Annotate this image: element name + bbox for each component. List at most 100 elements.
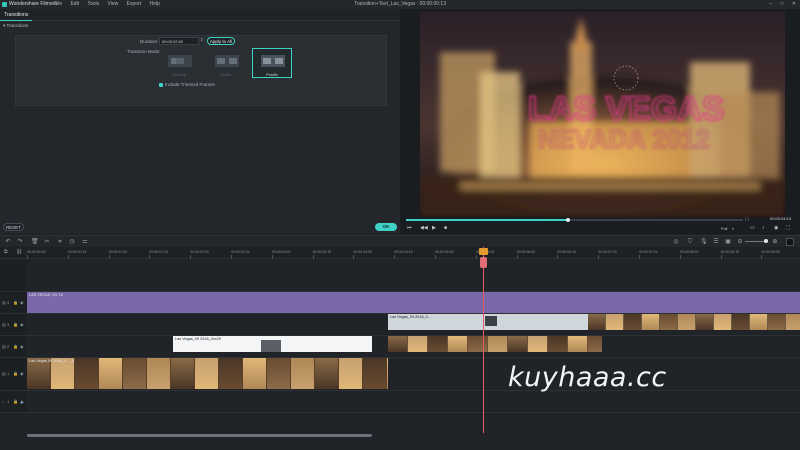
playhead-line [483,247,484,433]
timeline-scrollbar[interactable] [27,434,372,437]
audio-track-header: ♪ 1 🔒 🔈 [0,391,27,413]
prev-frame-icon[interactable]: ⏮ [407,225,412,231]
title-clip-label: LAS VEGAS, NV 12 [29,293,63,297]
filmstrip-frame [195,358,218,389]
maximize-button[interactable]: □ [780,1,783,7]
playhead-handle[interactable] [479,248,488,255]
undo-icon[interactable]: ↶ [5,239,11,245]
close-button[interactable]: ✕ [792,1,796,7]
zoom-out-icon[interactable]: ⊖ [737,239,743,245]
audio-track-row [27,391,800,413]
minimize-button[interactable]: – [769,1,772,7]
filmstrip-frame [568,336,587,352]
video-clip-1[interactable]: Las Vegas 09 2018_0 ..._0 [27,358,388,389]
lock-icon[interactable]: 🔒 [13,399,18,404]
track-header-1: ▤ 1 🔒 ◉ [0,358,27,391]
track-type-icon: ▤ [2,371,6,376]
overlay-text-line2: NEVADA 2012 [538,124,710,154]
track-row-1: Las Vegas 09 2018_0 ..._0 [27,358,800,391]
include-trimmed-checkbox[interactable] [159,83,163,87]
voiceover-icon[interactable]: 🎙 [700,239,708,245]
window-title: Transition+Text_Las_Vegas : 00:00:00:13 [354,1,446,7]
filmstrip-frame [428,336,447,352]
video-clip-2b[interactable] [388,336,602,352]
link-icon[interactable]: ⛓ [16,249,22,255]
mark-in-icon[interactable]: { } [745,216,749,221]
play-icon[interactable]: ▶ [432,225,436,231]
filmstrip-frame [642,314,659,330]
ruler-tick-label: 00:00:00:00 [27,250,46,254]
volume-icon[interactable]: ♪ [762,225,765,231]
render-preview-icon[interactable]: ▭ [750,225,755,231]
transition-marker[interactable] [485,316,497,326]
zoom-slider-handle[interactable] [764,239,768,243]
ruler-tick-label: 00:00:07:15 [639,250,658,254]
speed-icon[interactable]: ◷ [69,239,75,245]
lock-icon[interactable]: 🔒 [13,344,18,349]
preview-progress-fill [406,219,568,221]
mixer-icon[interactable]: ☰ [713,239,719,245]
overlay-text-line1: LAS VEGAS [528,90,724,128]
tab-transitions[interactable]: Transitions [0,9,33,21]
zoom-in-icon[interactable]: ⊕ [772,239,778,245]
filmstrip-frame [267,358,290,389]
eye-icon[interactable]: ◉ [20,371,24,376]
title-clip[interactable]: LAS VEGAS, NV 12 [27,292,800,313]
preview-panel: LAS VEGAS NEVADA 2012 { } 00:00:04:13 ⏮ … [401,9,800,234]
reset-button[interactable]: RESET [3,223,24,231]
apply-to-all-button[interactable]: Apply to All [207,37,235,45]
ok-button[interactable]: OK [375,223,397,231]
track-type-icon: ▤ [2,322,6,327]
mode-prefix[interactable]: Prefix [206,48,246,78]
duration-stepper-icon[interactable]: ⇕ [200,37,203,42]
mode-overlap[interactable]: Overlap [159,48,199,78]
cut-icon[interactable]: ✂ [44,239,50,245]
preview-progress-handle[interactable] [565,218,570,222]
las-vegas-preview-image: LAS VEGAS NEVADA 2012 [420,12,785,217]
eye-icon[interactable]: ◉ [20,300,24,305]
crop-icon[interactable]: ⌗ [57,239,63,245]
lock-icon[interactable]: 🔒 [13,300,18,305]
render-icon[interactable]: ◎ [673,239,679,245]
adjust-icon[interactable]: ⚌ [82,239,88,245]
filmstrip-frame [408,336,427,352]
lock-icon[interactable]: 🔒 [13,322,18,327]
playhead-marker-icon[interactable] [480,257,487,268]
fit-timeline-button[interactable] [786,238,794,246]
duration-input[interactable]: 00:00:02:00 [159,37,199,45]
split-screen-icon[interactable]: ▣ [725,239,731,245]
video-clip-3b[interactable] [588,314,800,330]
video-preview[interactable]: LAS VEGAS NEVADA 2012 [420,12,785,217]
preview-progress-track[interactable] [406,218,743,222]
filmstrip-frame [624,314,641,330]
delete-icon[interactable]: 🗑 [31,239,39,245]
fullscreen-icon[interactable]: ⛶ [786,225,790,231]
filmstrip-frame [588,314,605,330]
timeline-ruler[interactable]: ⧉ ⛓ 00:00:00:00 00:00:00:15 00:00:01:00 00:… [0,247,800,259]
ruler-tick-label: 00:00:09:00 [761,250,780,254]
quality-select[interactable]: Full [721,226,727,231]
filmstrip-frame [528,336,547,352]
timeline-tracks: ▤ 4 🔒 ◉ LAS VEGAS, NV 12 ▤ 3 🔒 ◉ Las Veg… [0,259,800,450]
add-track-icon[interactable]: ⧉ [4,249,8,255]
lock-icon[interactable]: 🔒 [13,371,18,376]
rewind-icon[interactable]: ◀◀ [420,225,428,231]
eye-icon[interactable]: ◉ [20,322,24,327]
mode-postfix[interactable]: Postfix [252,48,292,78]
duration-label: Duration: [140,39,159,44]
filmstrip-frame [488,336,507,352]
eye-icon[interactable]: ◉ [20,344,24,349]
redo-icon[interactable]: ↷ [17,239,23,245]
audio-track-number: 1 [7,399,10,404]
settings-box: Duration: 00:00:02:00 ⇕ Apply to All Tra… [15,35,387,106]
filmstrip-frame [243,358,266,389]
section-header[interactable]: ▾ Transitions [0,21,400,30]
speaker-icon[interactable]: 🔈 [20,399,25,404]
quality-dropdown-icon[interactable]: ▾ [732,226,734,231]
marker-icon[interactable]: ⛉ [687,239,693,245]
menu-bar: Wondershare Filmora File Edit Tools View… [0,0,800,9]
video-clip-2a[interactable]: Las Vegas_09 2018_0xx29 [173,336,372,352]
filmstrip-frame [388,336,407,352]
stop-icon[interactable]: ■ [444,225,447,231]
snapshot-icon[interactable]: ◉ [774,225,778,231]
